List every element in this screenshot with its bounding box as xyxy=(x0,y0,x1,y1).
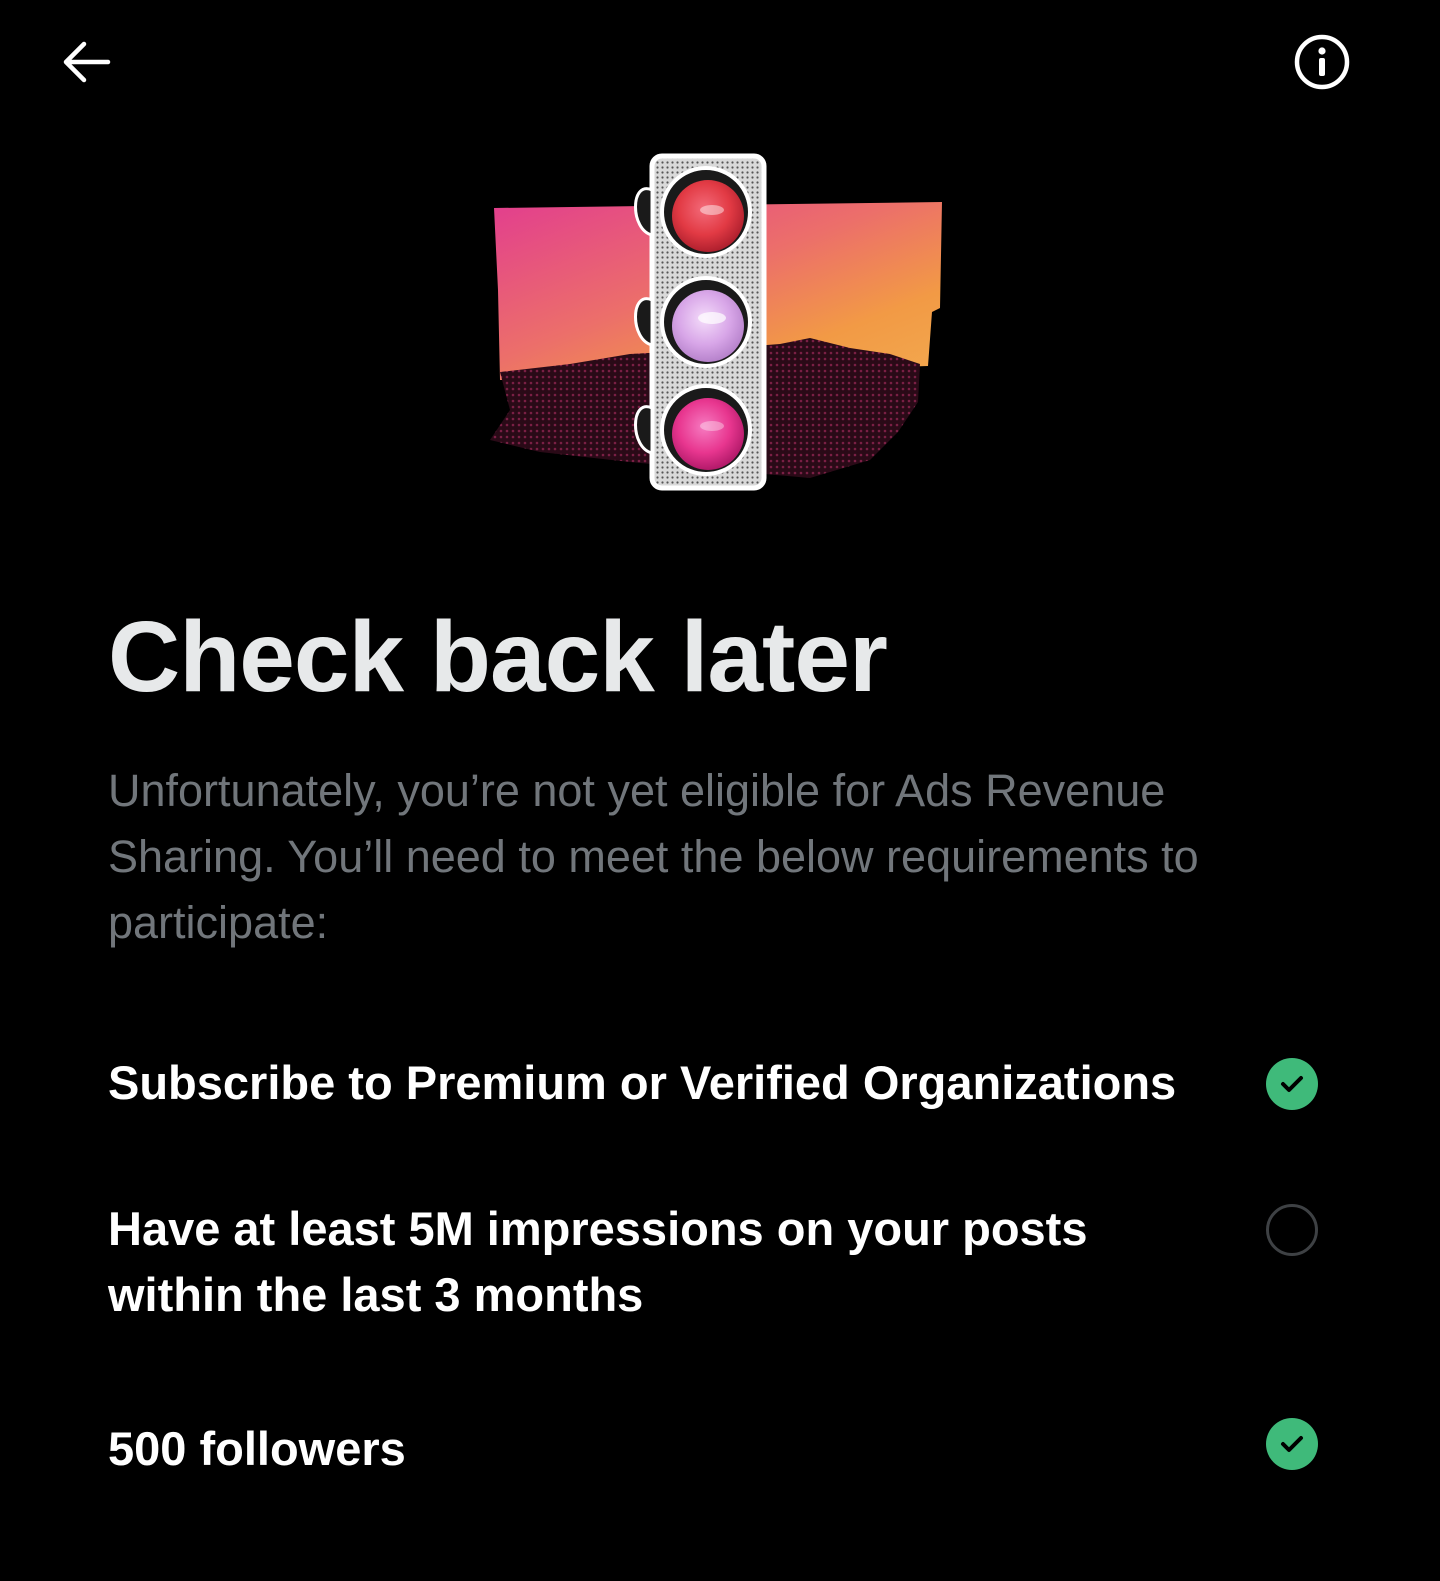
requirement-label: Subscribe to Premium or Verified Organiz… xyxy=(108,1056,1177,1109)
requirement-unmet-badge xyxy=(1266,1204,1318,1256)
page-title: Check back later xyxy=(108,601,888,713)
check-icon xyxy=(1281,1076,1303,1092)
lilac-light xyxy=(672,290,744,362)
arrow-left-icon xyxy=(63,41,111,83)
magenta-light xyxy=(672,398,744,470)
traffic-light-illustration xyxy=(490,153,942,491)
hero-illustration xyxy=(480,140,950,500)
back-button[interactable] xyxy=(50,30,122,94)
check-icon xyxy=(1281,1436,1303,1452)
eligibility-description: Unfortunately, you’re not yet eligible f… xyxy=(108,765,1199,948)
requirement-label: Have at least 5M impressions on your pos… xyxy=(108,1202,1088,1321)
red-light xyxy=(672,180,744,252)
info-button[interactable] xyxy=(1292,32,1352,92)
requirement-label: 500 followers xyxy=(108,1422,406,1475)
info-circle-icon xyxy=(1294,34,1350,90)
top-bar xyxy=(0,0,1440,130)
requirement-met-badge xyxy=(1266,1418,1318,1470)
requirement-met-badge xyxy=(1266,1058,1318,1110)
